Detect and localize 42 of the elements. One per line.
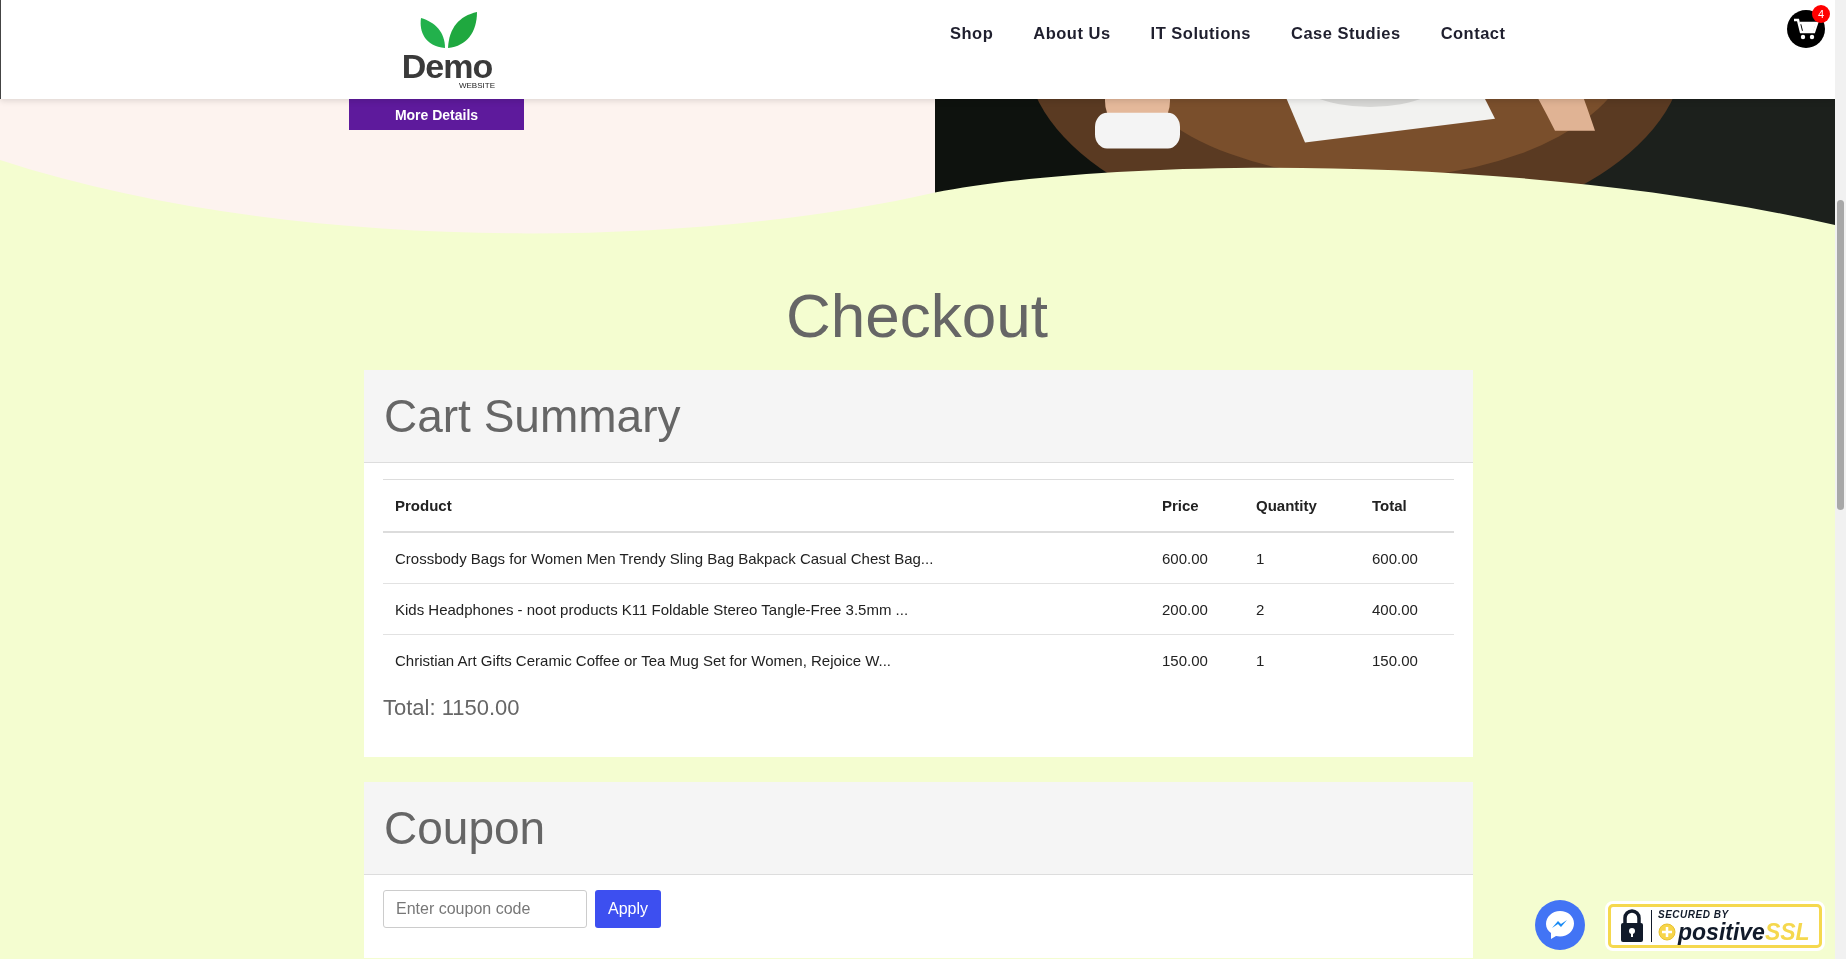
cart-button[interactable] — [1787, 10, 1825, 48]
nav-link[interactable]: Contact — [1420, 24, 1526, 43]
card-title: Coupon — [384, 801, 546, 855]
apply-button[interactable]: Apply — [595, 890, 661, 928]
cart-total: Total: 1150.00 — [383, 695, 521, 721]
column-header: Quantity — [1244, 479, 1360, 532]
table-cell: 600.00 — [1360, 532, 1454, 584]
cart-icon — [1793, 17, 1819, 41]
column-header: Total — [1360, 479, 1454, 532]
nav-link[interactable]: Shop — [930, 24, 1014, 43]
nav-link[interactable]: About Us — [1013, 24, 1131, 43]
column-header: Price — [1150, 479, 1244, 532]
table-cell: 150.00 — [1360, 634, 1454, 685]
logo-tagline: WEBSITE — [459, 81, 495, 90]
card-title: Cart Summary — [384, 389, 681, 443]
messenger-button[interactable] — [1535, 900, 1585, 950]
padlock-icon — [1619, 909, 1645, 943]
logo[interactable]: Demo WEBSITE — [397, 9, 497, 96]
scrollbar[interactable] — [1835, 0, 1846, 959]
table-cell: 1 — [1244, 532, 1360, 584]
table-cell: 400.00 — [1360, 583, 1454, 635]
ssl-caption: SECURED BY — [1658, 908, 1730, 920]
table-cell: 2 — [1244, 583, 1360, 635]
nav-link[interactable]: IT Solutions — [1130, 24, 1271, 43]
logo-text: Demo — [401, 49, 493, 82]
table-cell: 1 — [1244, 634, 1360, 685]
table-cell: 150.00 — [1150, 634, 1244, 685]
ssl-brand: positiveSSL — [1678, 919, 1810, 944]
ssl-badge[interactable]: SECURED BY positiveSSL — [1605, 901, 1825, 951]
table-cell: Kids Headphones - noot products K11 Foldable Stereo Tangle-Free 3.5mm ... — [383, 583, 1150, 635]
cart-count-badge: 4 — [1812, 5, 1830, 23]
table-cell: Christian Art Gifts Ceramic Coffee or Tea Mug Set for Women, Rejoice W... — [383, 634, 1150, 685]
coupon-field[interactable]: Enter coupon code — [383, 890, 587, 928]
column-header: Product — [383, 479, 1150, 532]
page-title: Checkout — [786, 281, 1048, 351]
table-cell: Crossbody Bags for Women Men Trendy Sling Bag Bakpack Casual Chest Bag... — [383, 532, 1150, 584]
chat-bubble-icon — [1543, 908, 1577, 942]
table-cell: 200.00 — [1150, 583, 1244, 635]
more-details-button[interactable]: More Details — [349, 99, 524, 130]
nav-link[interactable]: Case Studies — [1271, 24, 1421, 43]
plus-circle-icon — [1658, 922, 1676, 941]
table-cell: 600.00 — [1150, 532, 1244, 584]
